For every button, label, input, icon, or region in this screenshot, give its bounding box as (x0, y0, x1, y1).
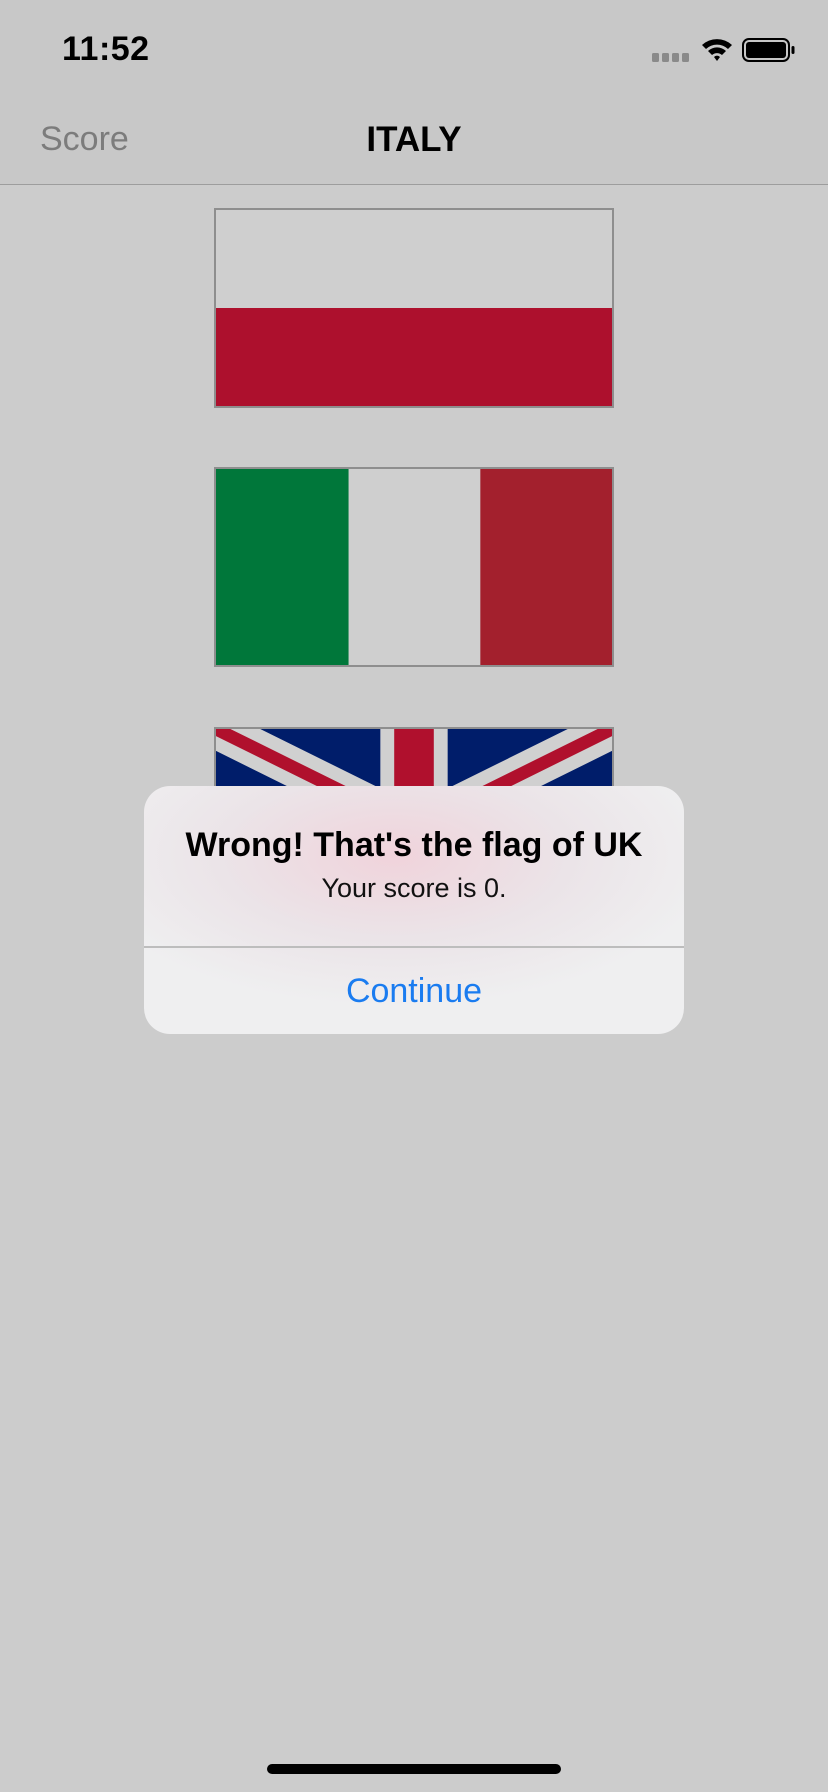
cellular-signal-icon (652, 53, 690, 62)
flag-button-italy[interactable] (214, 467, 614, 667)
status-time: 11:52 (62, 30, 150, 68)
alert-message: Your score is 0. (321, 873, 507, 903)
wifi-icon (700, 36, 734, 62)
poland-flag-icon (216, 210, 612, 406)
status-bar: 11:52 (0, 0, 828, 94)
italy-flag-icon (216, 469, 612, 665)
continue-button[interactable]: Continue (144, 948, 684, 1034)
navigation-bar: Score ITALY (0, 94, 828, 185)
nav-title: ITALY (366, 120, 462, 159)
alert-title: Wrong! That's the flag of UK (185, 826, 643, 864)
home-indicator[interactable] (267, 1764, 561, 1774)
flag-button-poland[interactable] (214, 208, 614, 408)
battery-icon (742, 38, 796, 62)
result-alert: Wrong! That's the flag of UK Your score … (144, 786, 684, 1034)
